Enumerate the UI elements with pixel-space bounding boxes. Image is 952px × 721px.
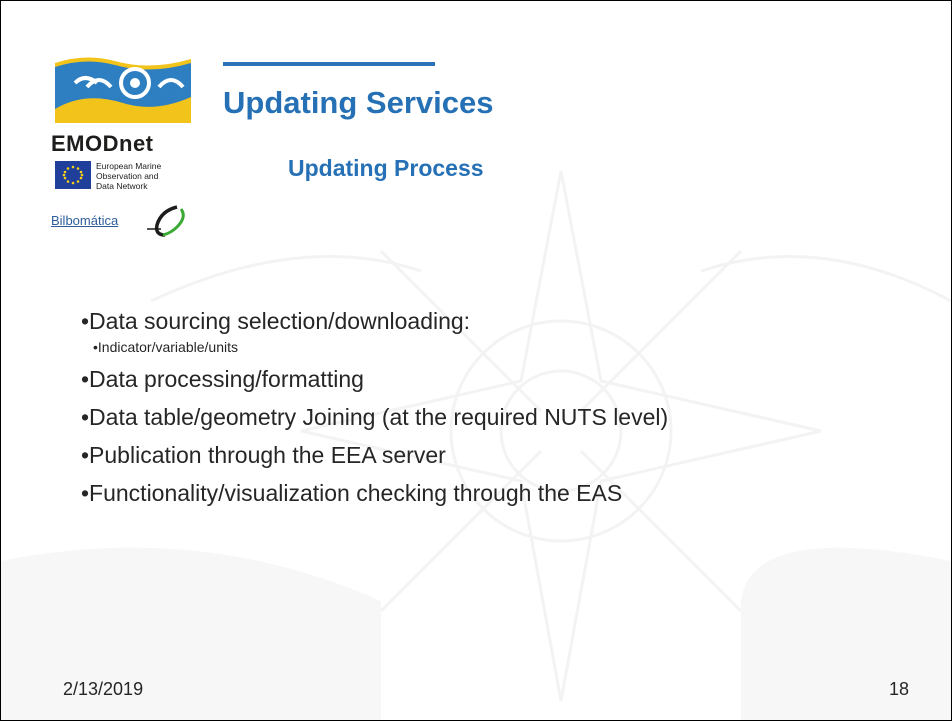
footer-date: 2/13/2019 <box>63 679 144 699</box>
page-number: 18 <box>889 679 910 699</box>
bullet-item: •Data table/geometry Joining (at the req… <box>81 404 669 430</box>
sub-bullet-item: •Indicator/variable/units <box>93 339 238 355</box>
emodnet-wave-graphic <box>55 57 191 123</box>
bullet-item: •Functionality/visualization checking th… <box>81 480 623 506</box>
eu-text-line: Observation and <box>96 171 159 181</box>
eu-text-line: Data Network <box>96 181 148 191</box>
slide: EMODnet European Marine Observation and … <box>0 0 952 721</box>
slide-subtitle: Updating Process <box>288 155 484 181</box>
bullet-item: •Data processing/formatting <box>81 366 364 392</box>
slide-title: Updating Services <box>223 85 494 120</box>
title-accent-rule <box>223 62 435 66</box>
bilbomatica-logo-text: Bilbomática <box>51 213 119 228</box>
emodnet-brand-name: EMODnet <box>51 131 154 156</box>
eu-network-text: European Marine Observation and Data Net… <box>96 161 161 191</box>
bullet-item: •Publication through the EEA server <box>81 442 446 468</box>
bilbomatica-swoosh-icon <box>147 205 185 237</box>
bullet-item: •Data sourcing selection/downloading: <box>81 308 471 334</box>
bullet-list: •Data sourcing selection/downloading: •I… <box>81 307 921 517</box>
eu-flag-icon <box>55 161 91 189</box>
eu-text-line: European Marine <box>96 161 162 171</box>
